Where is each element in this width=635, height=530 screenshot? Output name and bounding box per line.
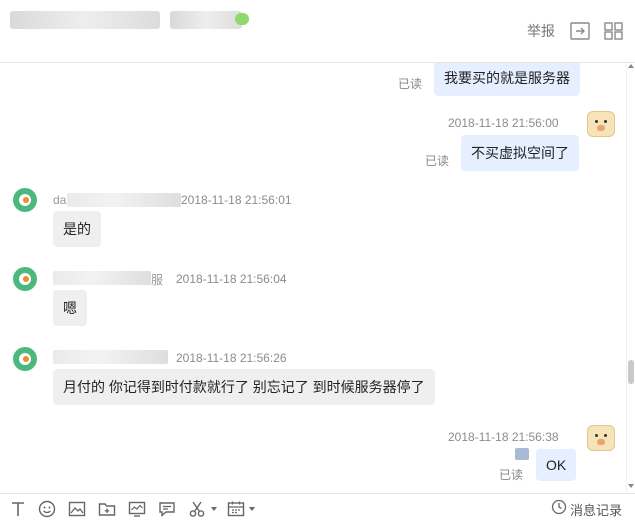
image-icon[interactable] <box>67 499 87 519</box>
chevron-down-icon[interactable] <box>211 507 217 511</box>
scroll-up-arrow-icon[interactable] <box>628 64 634 68</box>
input-toolbar: 消息记录 <box>0 493 635 530</box>
contact-status-redacted <box>170 11 242 29</box>
folder-icon[interactable] <box>97 499 117 519</box>
my-avatar[interactable] <box>587 111 615 137</box>
chat-header: 举报 <box>0 0 635 63</box>
scroll-thumb[interactable] <box>628 360 634 384</box>
chat-scrollbar[interactable] <box>626 63 635 492</box>
sender-name-redacted <box>53 271 151 285</box>
message-bubble-incoming[interactable]: 嗯 <box>53 290 87 326</box>
message-timestamp: 2018-11-18 21:56:00 <box>448 116 559 130</box>
my-avatar[interactable] <box>587 425 615 451</box>
message-timestamp: 2018-11-18 21:56:26 <box>176 351 287 365</box>
message-bubble-incoming[interactable]: 月付的 你记得到时付款就行了 别忘记了 到时候服务器停了 <box>53 369 435 405</box>
read-status: 已读 <box>499 468 524 482</box>
screen-share-icon[interactable] <box>127 499 147 519</box>
read-status: 已读 <box>398 77 423 91</box>
chat-bubble-icon[interactable] <box>157 499 177 519</box>
message-bubble-outgoing[interactable]: OK <box>536 449 577 481</box>
sender-name-prefix: da <box>53 193 67 207</box>
message-timestamp: 2018-11-18 21:56:38 <box>448 430 559 444</box>
contact-avatar[interactable] <box>13 267 37 291</box>
message-bubble-outgoing[interactable]: 不买虚拟空间了 <box>461 135 579 171</box>
emoji-icon[interactable] <box>37 499 57 519</box>
sender-name-redacted <box>67 193 181 207</box>
message-bubble-incoming[interactable]: 是的 <box>53 211 101 247</box>
message-timestamp: 2018-11-18 21:56:04 <box>176 272 287 286</box>
report-link[interactable]: 举报 <box>527 21 555 41</box>
contact-avatar[interactable] <box>13 188 37 212</box>
message-list[interactable]: 已读 我要买的就是服务器 2018-11-18 21:56:00 已读 不买虚拟… <box>0 63 627 492</box>
calendar-icon[interactable] <box>226 499 246 519</box>
contact-name-redacted <box>10 11 160 29</box>
scroll-down-arrow-icon[interactable] <box>628 484 634 488</box>
contact-avatar[interactable] <box>13 347 37 371</box>
message-bubble-outgoing[interactable]: 我要买的就是服务器 <box>434 63 580 96</box>
message-status-icon <box>515 448 529 460</box>
message-timestamp: 2018-11-18 21:56:01 <box>181 193 292 207</box>
scissors-icon[interactable] <box>187 499 207 519</box>
text-format-icon[interactable] <box>8 499 28 519</box>
sender-name-redacted <box>53 350 168 364</box>
sender-name-suffix: 服 <box>151 273 164 287</box>
online-indicator <box>235 13 249 25</box>
chevron-down-icon[interactable] <box>249 507 255 511</box>
share-icon[interactable] <box>570 22 590 40</box>
apps-grid-icon[interactable] <box>604 22 624 40</box>
read-status: 已读 <box>425 154 450 168</box>
clock-icon <box>551 499 567 515</box>
message-history-label: 消息记录 <box>570 503 623 518</box>
